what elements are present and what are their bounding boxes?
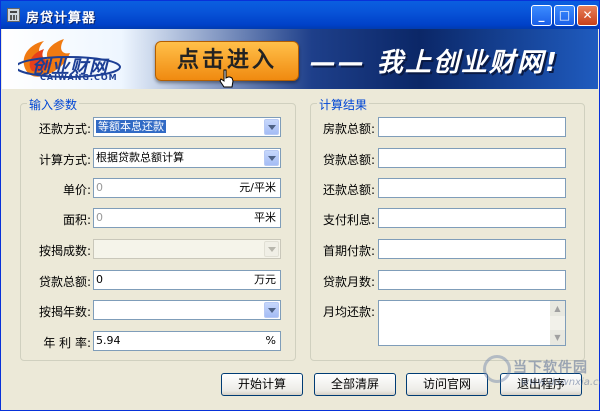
house-total-output[interactable] (378, 117, 566, 137)
chevron-down-icon[interactable] (264, 302, 279, 318)
chevron-down-icon[interactable] (264, 150, 279, 166)
visit-site-button[interactable]: 访问官网 (406, 373, 488, 396)
chevron-down-icon[interactable] (264, 119, 279, 135)
input-params-title: 输入参数 (27, 96, 80, 113)
unit-price-value: 0 (96, 181, 103, 194)
maximize-button[interactable]: □ (554, 5, 575, 26)
watermark-subtext: www.downxia.com (521, 377, 600, 388)
repay-method-label: 还款方式: (38, 122, 91, 136)
caiwang-logo[interactable]: 创业财网 CAIWANG.COM (18, 33, 138, 85)
loan-total-input[interactable]: 0 万元 (93, 270, 281, 290)
scroll-down-icon[interactable]: ▼ (550, 330, 565, 345)
calc-method-select[interactable]: 根据贷款总额计算 (93, 148, 281, 168)
logo-subtext: CAIWANG.COM (40, 73, 118, 82)
result-loan-total-output[interactable] (378, 148, 566, 168)
unit-price-unit: 元/平米 (239, 181, 276, 194)
area-label: 面积: (62, 213, 91, 227)
area-unit: 平米 (254, 211, 276, 224)
calc-method-value: 根据贷款总额计算 (96, 151, 184, 164)
main-window: 房贷计算器 _ □ ✕ 创业财网 CAIWANG.COM 点击进入 —— 我上创… (0, 0, 600, 411)
interest-rate-value: 5.94 (96, 334, 121, 347)
scroll-up-icon[interactable]: ▲ (550, 301, 565, 316)
repay-method-value: 等额本息还款 (96, 120, 166, 133)
results-title: 计算结果 (317, 96, 370, 113)
repay-total-output[interactable] (378, 178, 566, 198)
monthly-payment-scrollbar[interactable]: ▲ ▼ (550, 301, 565, 345)
loan-months-output[interactable] (378, 270, 566, 290)
input-params-group: 输入参数 (20, 96, 296, 361)
title-bar[interactable]: 房贷计算器 _ □ ✕ (1, 1, 599, 29)
watermark-text: 当下软件园 (513, 360, 588, 376)
interest-paid-label: 支付利息: (322, 213, 375, 227)
calculate-button[interactable]: 开始计算 (221, 373, 303, 396)
mortgage-years-label: 按揭年数: (38, 305, 91, 319)
repay-method-select[interactable]: 等额本息还款 (93, 117, 281, 137)
mortgage-years-select[interactable] (93, 300, 281, 320)
minimize-button[interactable]: _ (531, 5, 552, 26)
interest-rate-label: 年 利 率: (43, 336, 91, 350)
area-value: 0 (96, 211, 103, 224)
monthly-payment-label: 月均还款: (322, 305, 375, 319)
close-button[interactable]: ✕ (577, 5, 598, 26)
house-total-label: 房款总额: (322, 122, 375, 136)
loan-total-unit: 万元 (254, 273, 276, 286)
calculator-icon (7, 8, 20, 22)
result-loan-total-label: 贷款总额: (322, 153, 375, 167)
window-title: 房贷计算器 (26, 11, 97, 26)
mortgage-ratio-select[interactable] (93, 239, 281, 259)
watermark-logo-icon (483, 355, 511, 383)
unit-price-label: 单价: (62, 183, 91, 197)
interest-rate-unit: % (265, 334, 276, 347)
clear-all-button[interactable]: 全部清屏 (314, 373, 396, 396)
ad-banner[interactable]: 创业财网 CAIWANG.COM 点击进入 —— 我上创业财网! (2, 29, 598, 89)
watermark: 当下软件园 www.downxia.com (481, 353, 600, 397)
mortgage-ratio-label: 按揭成数: (38, 244, 91, 258)
interest-paid-output[interactable] (378, 208, 566, 228)
area-input[interactable]: 0 平米 (93, 208, 281, 228)
chevron-down-icon[interactable] (264, 241, 279, 257)
down-payment-output[interactable] (378, 239, 566, 259)
hand-cursor-icon (219, 69, 234, 88)
loan-total-label: 贷款总额: (38, 275, 91, 289)
interest-rate-input[interactable]: 5.94 % (93, 331, 281, 351)
banner-slogan: —— 我上创业财网! (310, 48, 559, 78)
calc-method-label: 计算方式: (38, 153, 91, 167)
down-payment-label: 首期付款: (322, 244, 375, 258)
loan-months-label: 贷款月数: (322, 275, 375, 289)
monthly-payment-output[interactable]: ▲ ▼ (378, 300, 566, 346)
repay-total-label: 还款总额: (322, 183, 375, 197)
loan-total-value: 0 (96, 273, 103, 286)
unit-price-input[interactable]: 0 元/平米 (93, 178, 281, 198)
monthly-payment-value (379, 301, 565, 305)
